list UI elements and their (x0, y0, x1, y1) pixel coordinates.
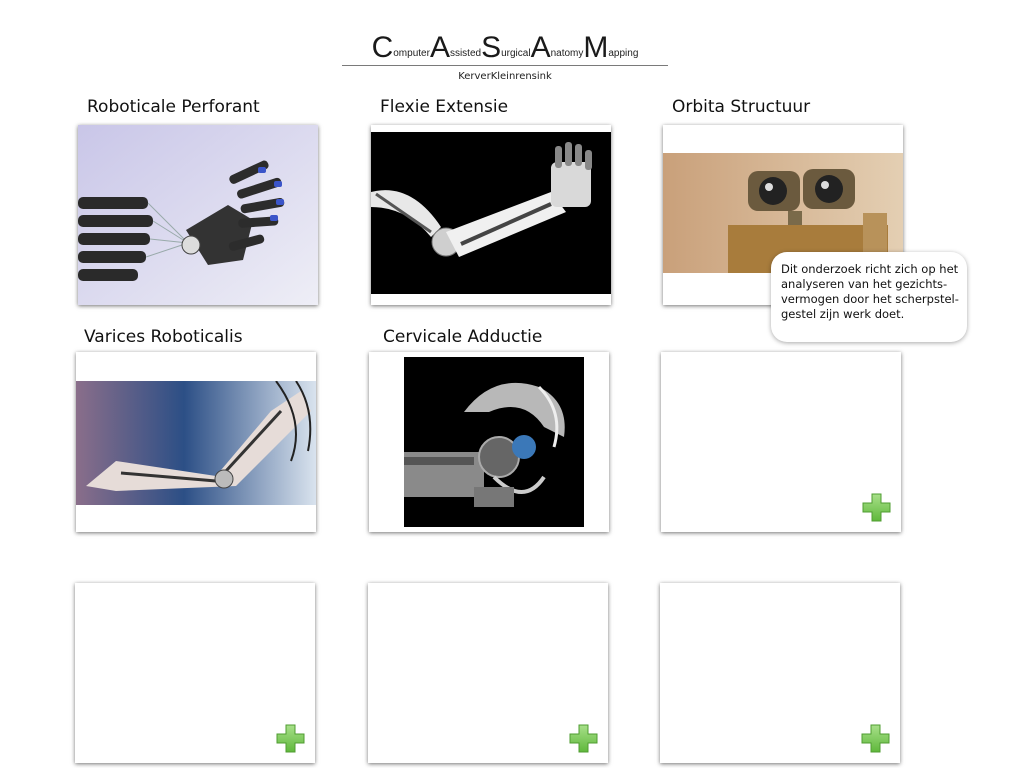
logo-word-assisted: Assisted (429, 31, 482, 64)
description-tooltip: Dit onderzoek richt zich op het analyser… (771, 252, 967, 342)
tile-title-varices-roboticalis: Varices Roboticalis (84, 327, 243, 347)
tile-empty-row3-col1[interactable] (75, 583, 315, 763)
plus-icon[interactable] (569, 724, 598, 753)
logo-wordmark: Computer Assisted Surgical Anatomy Mappi… (342, 30, 668, 63)
robotic-leg-image (76, 381, 316, 505)
logo-word-mapping: Mapping (583, 31, 639, 64)
tile-cervicale-adductie[interactable] (369, 352, 609, 532)
logo-word-anatomy: Anatomy (530, 31, 584, 64)
logo-word-computer: Computer (371, 31, 430, 64)
site-logo: Computer Assisted Surgical Anatomy Mappi… (342, 30, 668, 88)
tile-title-orbita-structuur: Orbita Structuur (672, 97, 811, 117)
plus-icon[interactable] (862, 493, 891, 522)
tile-varices-roboticalis[interactable] (76, 352, 316, 532)
tile-empty-row2-col3[interactable] (661, 352, 901, 532)
tile-flexie-extensie[interactable] (371, 125, 611, 305)
logo-word-surgical: Surgical (481, 31, 531, 64)
robotic-hand-image (78, 125, 318, 305)
tile-title-cervicale-adductie: Cervicale Adductie (383, 327, 543, 347)
tooltip-line: analyseren van het gezichts- (781, 277, 948, 291)
robotic-arm-image (371, 132, 611, 294)
robotic-head-image (404, 357, 584, 527)
tile-title-roboticale-perforant: Roboticale Perforant (87, 97, 260, 117)
tooltip-line: gestel zijn werk doet. (781, 307, 905, 321)
tooltip-line: Dit onderzoek richt zich op het (781, 262, 959, 276)
logo-subtitle: KerverKleinrensink (458, 71, 552, 82)
tooltip-line: vermogen door het scherpstel- (781, 292, 959, 306)
tile-roboticale-perforant[interactable] (78, 125, 318, 305)
tile-empty-row3-col3[interactable] (660, 583, 900, 763)
tile-title-flexie-extensie: Flexie Extensie (380, 97, 509, 117)
logo-divider (342, 65, 668, 66)
plus-icon[interactable] (276, 724, 305, 753)
plus-icon[interactable] (861, 724, 890, 753)
tile-empty-row3-col2[interactable] (368, 583, 608, 763)
